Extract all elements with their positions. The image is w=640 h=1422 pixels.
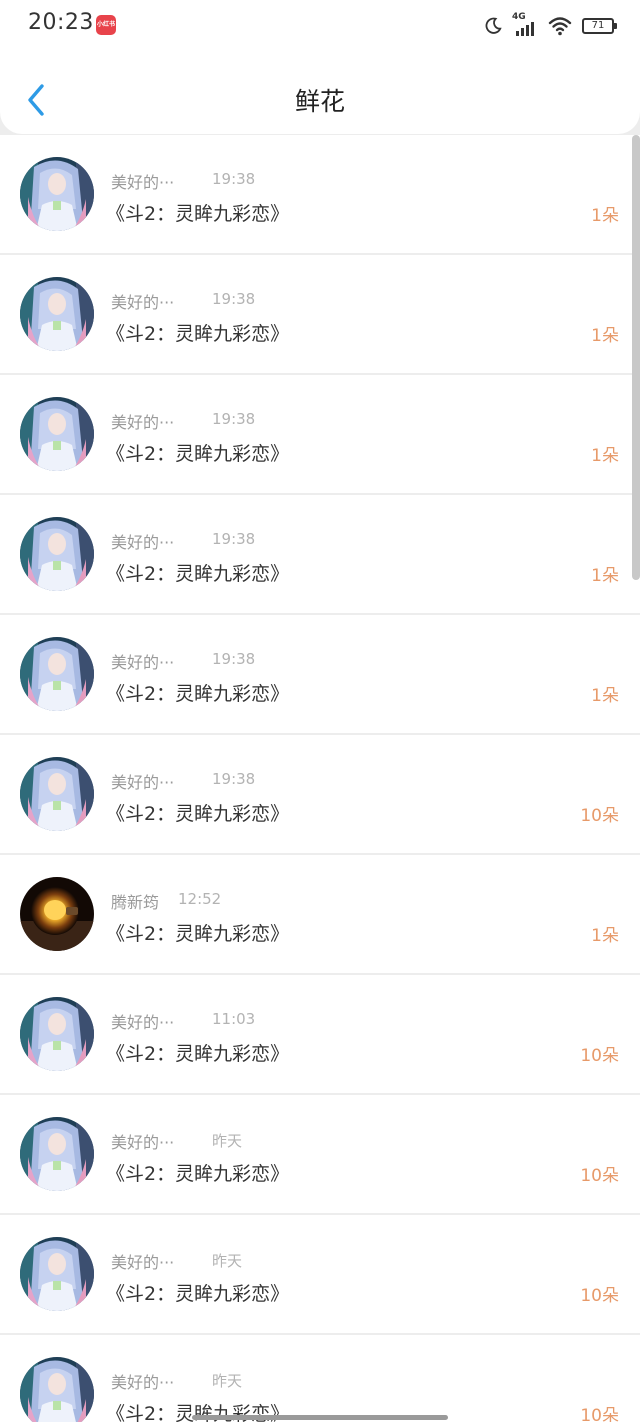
user-name: 美好的··· [111, 1253, 175, 1272]
avatar[interactable] [20, 157, 94, 231]
list-item[interactable]: 美好的··· 11:03 《斗2：灵眸九彩恋》 10朵 [0, 975, 640, 1093]
user-name: 美好的··· [111, 1133, 175, 1152]
battery-level: 71 [591, 20, 605, 31]
item-time: 昨天 [212, 1252, 243, 1270]
flower-count: 1朵 [591, 446, 619, 466]
work-title: 《斗2：灵眸九彩恋》 [106, 323, 290, 345]
status-time: 20:23 [28, 10, 94, 35]
network-label: 4G [512, 12, 526, 22]
app-badge-icon: 小红书 [96, 15, 116, 35]
avatar[interactable] [20, 877, 94, 951]
home-indicator[interactable] [192, 1415, 448, 1420]
work-title: 《斗2：灵眸九彩恋》 [106, 923, 290, 945]
user-name: 美好的··· [111, 533, 175, 552]
moon-icon [485, 17, 502, 34]
item-time: 19:38 [212, 410, 256, 428]
flower-count: 1朵 [591, 926, 619, 946]
list-item[interactable]: 美好的··· 昨天 《斗2：灵眸九彩恋》 10朵 [0, 1095, 640, 1213]
page-title: 鲜花 [294, 87, 345, 116]
wifi-icon [548, 17, 572, 36]
item-time: 昨天 [212, 1132, 243, 1150]
user-name: 美好的··· [111, 773, 175, 792]
list-item[interactable]: 美好的··· 昨天 《斗2：灵眸九彩恋》 10朵 [0, 1215, 640, 1333]
battery-icon: 71 [582, 18, 617, 34]
avatar[interactable] [20, 517, 94, 591]
avatar[interactable] [20, 757, 94, 831]
item-time: 19:38 [212, 530, 256, 548]
avatar[interactable] [20, 1237, 94, 1311]
list-item[interactable]: 美好的··· 19:38 《斗2：灵眸九彩恋》 1朵 [0, 255, 640, 373]
work-title: 《斗2：灵眸九彩恋》 [106, 1283, 290, 1305]
flower-count: 1朵 [591, 566, 619, 586]
flower-count: 10朵 [580, 1406, 619, 1422]
work-title: 《斗2：灵眸九彩恋》 [106, 443, 290, 465]
avatar[interactable] [20, 1117, 94, 1191]
user-name: 美好的··· [111, 653, 175, 672]
list-item[interactable]: 美好的··· 19:38 《斗2：灵眸九彩恋》 1朵 [0, 375, 640, 493]
header: 20:23 小红书 4G 71 鲜花 [0, 0, 640, 134]
status-icons: 4G 71 [484, 12, 617, 40]
item-time: 昨天 [212, 1372, 243, 1390]
signal-icon: 4G [512, 12, 538, 38]
user-name: 腾新筠 [111, 893, 160, 912]
flower-list[interactable]: 美好的··· 19:38 《斗2：灵眸九彩恋》 1朵 美好的··· 19:38 … [0, 135, 640, 1422]
avatar[interactable] [20, 637, 94, 711]
list-item[interactable]: 美好的··· 19:38 《斗2：灵眸九彩恋》 1朵 [0, 495, 640, 613]
item-time: 19:38 [212, 650, 256, 668]
item-time: 19:38 [212, 170, 256, 188]
work-title: 《斗2：灵眸九彩恋》 [106, 1043, 290, 1065]
status-bar: 20:23 小红书 4G 71 [0, 0, 640, 52]
user-name: 美好的··· [111, 293, 175, 312]
item-time: 12:52 [178, 890, 222, 908]
avatar[interactable] [20, 277, 94, 351]
flower-count: 10朵 [580, 806, 619, 826]
nav-bar: 鲜花 [0, 68, 640, 134]
flower-count: 10朵 [580, 1286, 619, 1306]
work-title: 《斗2：灵眸九彩恋》 [106, 203, 290, 225]
user-name: 美好的··· [111, 1373, 175, 1392]
user-name: 美好的··· [111, 173, 175, 192]
list-item[interactable]: 美好的··· 昨天 《斗2：灵眸九彩恋》 10朵 [0, 1335, 640, 1422]
user-name: 美好的··· [111, 413, 175, 432]
list-item[interactable]: 腾新筠 12:52 《斗2：灵眸九彩恋》 1朵 [0, 855, 640, 973]
work-title: 《斗2：灵眸九彩恋》 [106, 563, 290, 585]
list-item[interactable]: 美好的··· 19:38 《斗2：灵眸九彩恋》 1朵 [0, 135, 640, 253]
item-time: 19:38 [212, 290, 256, 308]
avatar[interactable] [20, 1357, 94, 1422]
flower-count: 1朵 [591, 326, 619, 346]
item-time: 11:03 [212, 1010, 256, 1028]
list-item[interactable]: 美好的··· 19:38 《斗2：灵眸九彩恋》 1朵 [0, 615, 640, 733]
list-item[interactable]: 美好的··· 19:38 《斗2：灵眸九彩恋》 10朵 [0, 735, 640, 853]
avatar[interactable] [20, 397, 94, 471]
avatar[interactable] [20, 997, 94, 1071]
work-title: 《斗2：灵眸九彩恋》 [106, 1163, 290, 1185]
work-title: 《斗2：灵眸九彩恋》 [106, 683, 290, 705]
scrollbar[interactable] [632, 135, 640, 580]
flower-count: 1朵 [591, 686, 619, 706]
work-title: 《斗2：灵眸九彩恋》 [106, 803, 290, 825]
flower-count: 10朵 [580, 1166, 619, 1186]
flower-count: 10朵 [580, 1046, 619, 1066]
user-name: 美好的··· [111, 1013, 175, 1032]
item-time: 19:38 [212, 770, 256, 788]
flower-count: 1朵 [591, 206, 619, 226]
